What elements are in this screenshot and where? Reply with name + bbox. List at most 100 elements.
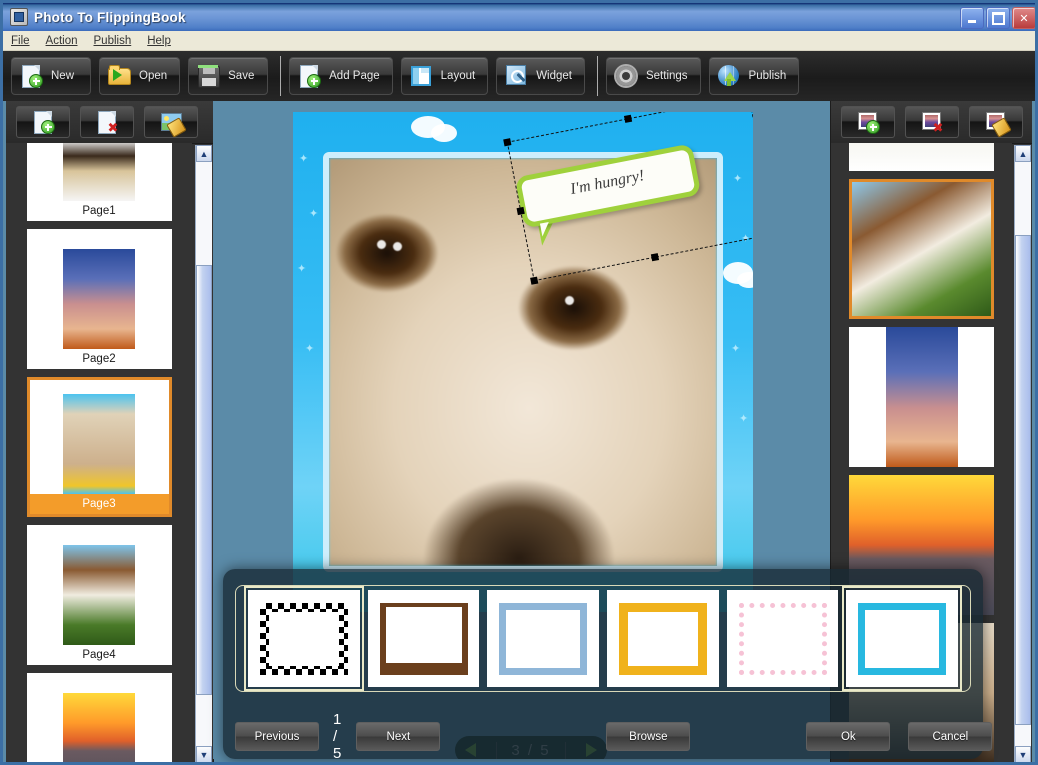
toolbar-separator-1 xyxy=(280,56,282,96)
toolbar-layout-label: Layout xyxy=(440,70,476,82)
cloud-icon xyxy=(737,272,753,288)
template-item-orange-kids-frame[interactable] xyxy=(607,590,719,687)
template-item-wood-stage-frame[interactable] xyxy=(367,590,480,687)
toolbar-add-page-button[interactable]: Add Page xyxy=(289,57,393,95)
page-label: Page4 xyxy=(82,649,116,661)
pages-scrollbar[interactable]: ▲ ▼ xyxy=(195,145,212,762)
toolbar-open-button[interactable]: Open xyxy=(99,57,181,95)
toolbar-widget-button[interactable]: Widget xyxy=(496,57,585,95)
selection-handle[interactable] xyxy=(503,138,512,147)
page-label: Page1 xyxy=(82,205,116,217)
page-thumbnail-list[interactable]: Page1 Page2 Page3 Page4 Page5 xyxy=(6,143,192,762)
toolbar-separator-2 xyxy=(596,56,598,96)
maximize-button[interactable] xyxy=(986,7,1010,29)
page-thumb-image xyxy=(63,394,135,494)
photo-brush-icon xyxy=(983,109,1012,138)
photo-delete-icon: ✖ xyxy=(919,109,945,135)
page-preview[interactable]: ✦ ✦ ✦ ✦ ✦ ✦ ✦ ✦ I'm hungry! xyxy=(293,112,753,612)
selection-handle[interactable] xyxy=(650,253,659,262)
minimize-icon xyxy=(968,19,976,23)
toolbar-settings-button[interactable]: Settings xyxy=(605,57,701,95)
page-thumb-image xyxy=(63,249,135,349)
list-item[interactable]: Page3 xyxy=(26,377,172,517)
scroll-up-arrow[interactable]: ▲ xyxy=(196,145,212,162)
open-folder-icon xyxy=(106,63,132,89)
cyan-wave-frame-preview xyxy=(858,602,947,675)
template-item-pink-dotted-frame[interactable] xyxy=(726,590,839,687)
list-item[interactable] xyxy=(849,143,994,171)
wood-stage-frame-preview xyxy=(379,602,468,675)
toolbar-save-label: Save xyxy=(228,70,255,82)
page-thumb-image xyxy=(63,143,135,201)
checker-frame-preview xyxy=(260,603,348,675)
menu-help[interactable]: Help xyxy=(147,35,171,47)
new-page-icon xyxy=(18,63,44,89)
toolbar-save-button[interactable]: Save xyxy=(188,57,269,95)
toolbar-new-button[interactable]: New xyxy=(11,57,91,95)
list-item[interactable]: Page4 xyxy=(26,525,172,665)
page-label: Page2 xyxy=(82,353,116,365)
photos-scrollbar[interactable]: ▲ ▼ xyxy=(1014,145,1031,762)
ok-button[interactable]: Ok xyxy=(806,722,891,751)
page-plus-icon xyxy=(30,109,56,135)
widget-icon xyxy=(503,63,529,89)
delete-page-button[interactable]: ✖ xyxy=(80,106,134,138)
template-item-cyan-wave-frame[interactable] xyxy=(842,586,963,691)
browse-button[interactable]: Browse xyxy=(606,722,691,751)
delete-photo-button[interactable]: ✖ xyxy=(905,106,959,138)
layout-icon xyxy=(408,63,434,89)
selection-handle[interactable] xyxy=(530,276,539,285)
list-item[interactable]: Page1 xyxy=(26,143,172,221)
photo-thumb-image xyxy=(849,143,994,171)
blue-lace-frame-preview xyxy=(499,602,588,675)
pages-panel-toolbar: ✖ xyxy=(6,101,213,144)
eye-highlight xyxy=(377,240,386,249)
template-strip[interactable] xyxy=(235,585,971,692)
selection-handle[interactable] xyxy=(516,206,525,216)
close-button[interactable]: ✕ xyxy=(1012,7,1035,29)
menu-publish[interactable]: Publish xyxy=(94,35,132,47)
page-delete-icon: ✖ xyxy=(94,109,120,135)
scroll-thumb[interactable] xyxy=(196,265,212,695)
toolbar-publish-button[interactable]: Publish xyxy=(708,57,800,95)
add-page-button[interactable] xyxy=(16,106,70,138)
menu-action[interactable]: Action xyxy=(46,35,78,47)
floppy-disk-icon xyxy=(195,63,221,89)
toolbar-publish-label: Publish xyxy=(748,70,787,82)
edit-photo-button[interactable] xyxy=(969,106,1023,138)
cancel-button[interactable]: Cancel xyxy=(908,722,993,751)
next-button[interactable]: Next xyxy=(356,722,441,751)
minimize-button[interactable] xyxy=(960,7,984,29)
list-item[interactable] xyxy=(849,179,994,319)
scroll-down-arrow[interactable]: ▼ xyxy=(196,746,212,762)
edit-page-button[interactable] xyxy=(144,106,198,138)
list-item[interactable] xyxy=(849,327,994,467)
selection-handle[interactable] xyxy=(623,114,632,123)
title-bar: Photo To FlippingBook ✕ xyxy=(3,3,1035,31)
scroll-thumb[interactable] xyxy=(1015,235,1031,725)
sparkle-icon: ✦ xyxy=(309,208,319,220)
globe-upload-icon xyxy=(716,63,742,89)
menu-file[interactable]: File xyxy=(11,35,30,47)
template-item-checker-frame[interactable] xyxy=(244,586,364,691)
template-page-indicator: 1 / 5 xyxy=(333,711,343,762)
list-item[interactable]: Page5 xyxy=(26,673,172,762)
photo-thumb-image xyxy=(852,182,991,316)
add-photo-button[interactable] xyxy=(841,106,895,138)
previous-button[interactable]: Previous xyxy=(235,722,319,751)
pink-dotted-frame-preview xyxy=(738,602,827,675)
window-title: Photo To FlippingBook xyxy=(34,9,186,25)
scroll-down-arrow[interactable]: ▼ xyxy=(1015,746,1031,762)
gear-icon xyxy=(613,63,639,89)
template-item-blue-lace-frame[interactable] xyxy=(487,590,600,687)
page-thumb-image xyxy=(63,693,135,762)
sparkle-icon: ✦ xyxy=(731,343,741,355)
toolbar-add-page-label: Add Page xyxy=(329,70,380,82)
photos-panel-toolbar: ✖ xyxy=(831,101,1032,144)
scroll-up-arrow[interactable]: ▲ xyxy=(1015,145,1031,162)
list-item[interactable]: Page2 xyxy=(26,229,172,369)
cloud-icon xyxy=(431,124,457,142)
page-thumb-image xyxy=(63,545,135,645)
toolbar-layout-button[interactable]: Layout xyxy=(400,57,489,95)
sparkle-icon: ✦ xyxy=(739,413,749,425)
